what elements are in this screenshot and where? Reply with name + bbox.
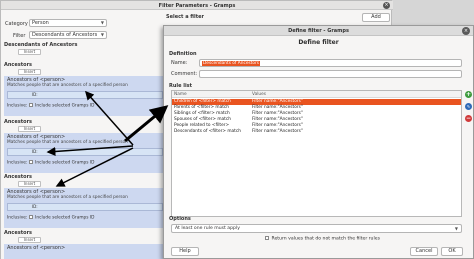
- id-field[interactable]: ID:: [7, 148, 163, 156]
- rule-description: Matches people that are ancestors of a s…: [7, 83, 128, 88]
- ok-button[interactable]: OK: [441, 247, 463, 256]
- dialog-heading: Define filter: [298, 39, 339, 46]
- filter-rule-editor: Descendants of Ancestors Insert Ancestor…: [1, 42, 166, 259]
- insert-button[interactable]: Insert: [18, 49, 41, 55]
- define-filter-dialog: Define filter - Gramps × Define filter D…: [163, 25, 474, 259]
- close-icon[interactable]: ×: [462, 27, 470, 35]
- cancel-button[interactable]: Cancel: [410, 247, 438, 256]
- include-label: Include selected Gramps ID: [35, 160, 95, 166]
- edit-icon[interactable]: ✎: [465, 103, 472, 110]
- inclusive-row: Inclusive: Include selected Gramps ID: [7, 103, 94, 109]
- table-header: Name Values: [172, 91, 461, 98]
- dialog-titlebar: Define filter - Gramps ×: [164, 26, 473, 36]
- include-label: Include selected Gramps ID: [35, 103, 95, 109]
- inclusive-row: Inclusive: Include selected Gramps ID: [7, 160, 94, 166]
- column-header-name[interactable]: Name: [174, 92, 187, 97]
- add-icon[interactable]: +: [465, 91, 472, 98]
- filter-select[interactable]: Descendants of Ancestors ▼: [29, 31, 107, 39]
- inclusive-row: Inclusive: Include selected Gramps ID: [7, 215, 94, 221]
- inclusive-checkbox[interactable]: [28, 103, 33, 107]
- id-label: ID:: [32, 204, 38, 209]
- options-value: At least one rule must apply: [175, 226, 240, 231]
- rule-panel: Ancestors of <person> Matches people tha…: [4, 188, 164, 228]
- inclusive-checkbox[interactable]: [28, 160, 33, 164]
- invert-label: Return values that do not match the filt…: [271, 236, 380, 242]
- rule-description: Matches people that are ancestors of a s…: [7, 140, 128, 145]
- insert-button[interactable]: Insert: [18, 126, 41, 132]
- group-heading: Ancestors: [4, 230, 33, 236]
- help-button[interactable]: Help: [171, 247, 199, 256]
- list-header: Descendants of Ancestors: [4, 42, 78, 48]
- invert-checkbox[interactable]: [265, 236, 269, 240]
- id-label: ID:: [32, 92, 38, 97]
- inclusive-checkbox[interactable]: [28, 215, 33, 219]
- group-heading: Ancestors: [4, 119, 33, 125]
- rule-values: Filter name:"Ancestors": [252, 129, 303, 134]
- id-field[interactable]: ID:: [7, 91, 163, 99]
- rule-description: Matches people that are ancestors of a s…: [7, 195, 128, 200]
- options-select[interactable]: At least one rule must apply ▼: [171, 224, 462, 233]
- insert-button[interactable]: Insert: [18, 237, 41, 243]
- id-label: ID:: [32, 149, 38, 154]
- id-field[interactable]: ID:: [7, 203, 163, 211]
- add-button[interactable]: Add: [362, 13, 390, 22]
- rule-list-table: Name Values Children of <filter> match F…: [171, 90, 462, 217]
- name-field[interactable]: Descendants of Ancestors: [199, 59, 462, 67]
- rule-panel: Ancestors of <person> Matches people tha…: [4, 76, 164, 116]
- dialog-title: Define filter - Gramps: [288, 28, 349, 34]
- rule-list-section-label: Rule list: [169, 83, 193, 89]
- definition-section-label: Definition: [169, 51, 197, 57]
- invert-row: Return values that do not match the filt…: [265, 236, 380, 242]
- chevron-down-icon: ▼: [100, 20, 104, 25]
- inclusive-label: Inclusive:: [7, 103, 28, 109]
- bg-titlebar: Filter Parameters - Gramps ×: [1, 1, 393, 10]
- chevron-down-icon: ▼: [454, 226, 458, 231]
- delete-icon[interactable]: −: [465, 115, 472, 122]
- table-row[interactable]: Descendants of <filter> match Filter nam…: [172, 129, 461, 135]
- rule-name: Descendants of <filter> match: [174, 129, 241, 134]
- select-filter-label: Select a filter: [166, 14, 204, 20]
- bg-window-title: Filter Parameters - Gramps: [158, 3, 236, 9]
- options-section-label: Options: [169, 216, 191, 222]
- inclusive-label: Inclusive:: [7, 215, 28, 221]
- name-value: Descendants of Ancestors: [202, 61, 261, 66]
- include-label: Include selected Gramps ID: [35, 215, 95, 221]
- group-heading: Ancestors: [4, 62, 33, 68]
- rule-panel: Ancestors of <person> Matches people tha…: [4, 133, 164, 173]
- comment-field[interactable]: [199, 70, 462, 78]
- bg-close-icon[interactable]: ×: [383, 2, 390, 9]
- name-label: Name:: [171, 60, 188, 66]
- inclusive-label: Inclusive:: [7, 160, 28, 166]
- rule-title: Ancestors of <person>: [7, 245, 66, 251]
- insert-button[interactable]: Insert: [18, 69, 41, 75]
- rule-panel: Ancestors of <person>: [4, 244, 164, 259]
- category-value: Person: [32, 20, 49, 26]
- comment-label: Comment:: [171, 71, 198, 77]
- category-label: Category: [5, 21, 28, 27]
- filter-label: Filter: [13, 33, 26, 39]
- category-select[interactable]: Person ▼: [29, 19, 107, 27]
- filter-value: Descendants of Ancestors: [32, 32, 98, 38]
- group-heading: Ancestors: [4, 174, 33, 180]
- chevron-down-icon: ▼: [100, 32, 104, 37]
- insert-button[interactable]: Insert: [18, 181, 41, 187]
- column-header-values[interactable]: Values: [252, 92, 266, 97]
